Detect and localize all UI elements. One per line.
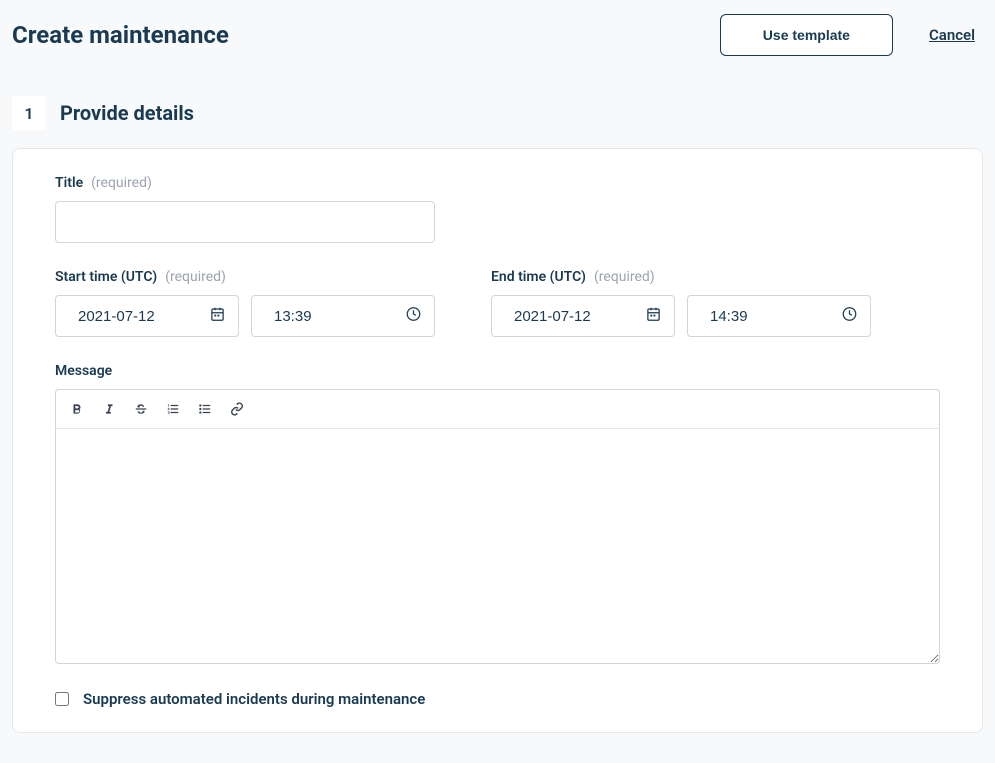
end-time-required-hint: (required) [594, 269, 655, 285]
strikethrough-button[interactable] [132, 400, 150, 418]
end-time-input[interactable] [687, 295, 871, 337]
italic-button[interactable] [100, 400, 118, 418]
message-label: Message [55, 363, 112, 379]
start-time-label: Start time (UTC) [55, 269, 157, 285]
end-date-input[interactable] [491, 295, 675, 337]
start-time-input[interactable] [251, 295, 435, 337]
bold-button[interactable] [68, 400, 86, 418]
step-number-badge: 1 [12, 96, 46, 130]
form-card: Title (required) Start time (UTC) (requi… [12, 148, 983, 733]
page-title: Create maintenance [12, 21, 229, 49]
link-button[interactable] [228, 400, 246, 418]
message-textarea[interactable] [55, 429, 940, 664]
suppress-label[interactable]: Suppress automated incidents during main… [83, 690, 425, 708]
cancel-link[interactable]: Cancel [929, 26, 975, 44]
suppress-checkbox[interactable] [55, 692, 69, 706]
use-template-button[interactable]: Use template [720, 14, 893, 56]
end-time-label: End time (UTC) [491, 269, 586, 285]
step-title: Provide details [60, 101, 194, 125]
start-time-required-hint: (required) [165, 269, 226, 285]
editor-toolbar [55, 389, 940, 429]
title-label: Title [55, 175, 83, 191]
title-required-hint: (required) [91, 175, 152, 191]
unordered-list-button[interactable] [196, 400, 214, 418]
step-header: 1 Provide details [0, 70, 995, 148]
title-input[interactable] [55, 201, 435, 243]
ordered-list-button[interactable] [164, 400, 182, 418]
start-date-input[interactable] [55, 295, 239, 337]
